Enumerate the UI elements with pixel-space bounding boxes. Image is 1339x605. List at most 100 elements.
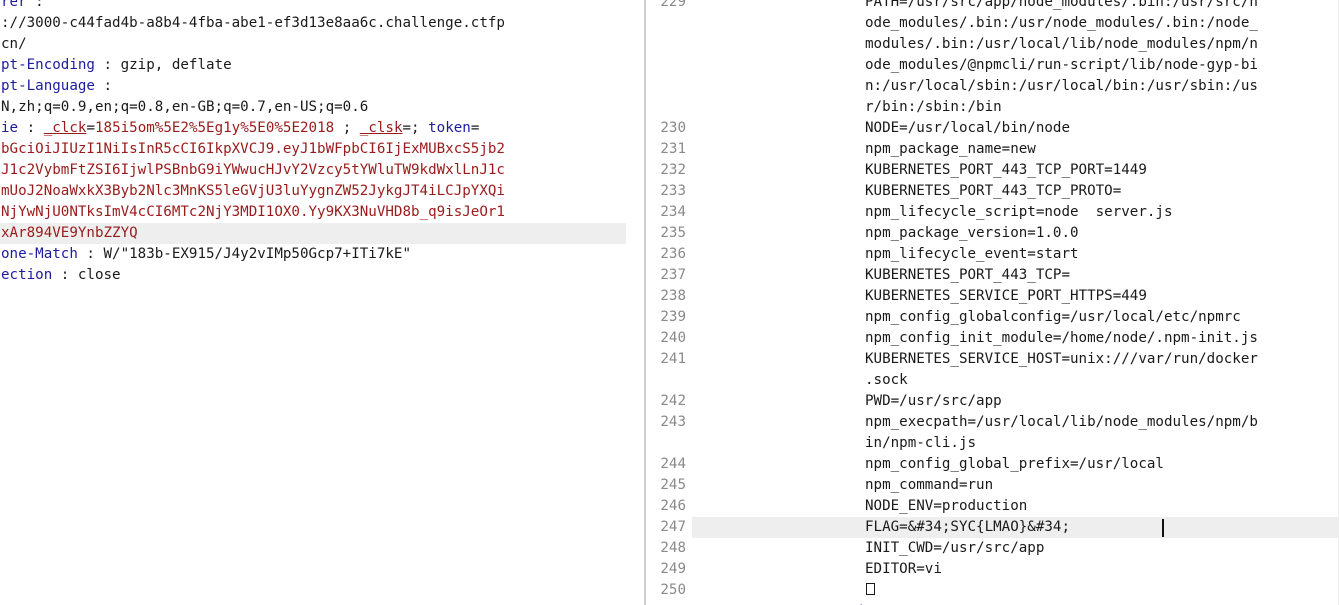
response-line[interactable]: r/bin:/sbin:/bin	[646, 97, 1339, 118]
header-text: :	[26, 0, 44, 10]
line-number: 237	[660, 267, 686, 283]
response-line[interactable]: </strong>	[646, 601, 1339, 605]
header-text: : W/"183b-EX915/J4y2vIMp50Gcp7+ITi7kE"	[77, 246, 411, 262]
header-text: =	[86, 120, 95, 136]
request-line[interactable]: cn/	[0, 34, 626, 55]
line-number: 235	[660, 225, 686, 241]
response-line[interactable]: 245 npm_command=run	[646, 475, 1339, 496]
response-line-text: npm_package_name=new	[865, 141, 1036, 157]
line-number: 231	[660, 141, 686, 157]
response-line[interactable]: 241 KUBERNETES_SERVICE_HOST=unix:///var/r…	[646, 349, 1339, 370]
response-line[interactable]: 231 npm_package_name=new	[646, 139, 1339, 160]
response-line[interactable]: 239 npm_config_globalconfig=/usr/local/et…	[646, 307, 1339, 328]
request-line[interactable]: mUoJ2NoaWxkX3Byb2Nlc3MnKS5leGVjU3luYygnZ…	[0, 181, 626, 202]
header-name: pt-Encoding	[1, 57, 95, 73]
response-line[interactable]: 235 npm_package_version=1.0.0	[646, 223, 1339, 244]
header-text: =	[470, 120, 480, 136]
response-line[interactable]: in/npm-cli.js	[646, 433, 1339, 454]
response-line[interactable]: 243 npm_execpath=/usr/local/lib/node_modu…	[646, 412, 1339, 433]
response-line[interactable]: 240 npm_config_init_module=/home/node/.np…	[646, 328, 1339, 349]
response-line-text: npm_config_globalconfig=/usr/local/etc/n…	[865, 309, 1241, 325]
line-number: 247	[660, 519, 686, 535]
response-line[interactable]: 248 INIT_CWD=/usr/src/app	[646, 538, 1339, 559]
header-text: :	[94, 78, 113, 94]
response-line[interactable]: 242 PWD=/usr/src/app	[646, 391, 1339, 412]
line-number: 241	[660, 351, 686, 367]
request-editor[interactable]: rer :://3000-c44fad4b-a8b4-4fba-abe1-ef3…	[0, 0, 626, 605]
request-line[interactable]: NjYwNjU0NTksImV4cCI6MTc2NjY3MDI1OX0.Yy9K…	[0, 202, 626, 223]
response-line[interactable]: modules/.bin:/usr/local/lib/node_modules…	[646, 34, 1339, 55]
request-line[interactable]: N,zh;q=0.9,en;q=0.8,en-GB;q=0.7,en-US;q=…	[0, 97, 626, 118]
line-number: 249	[660, 561, 686, 577]
response-line-text: KUBERNETES_PORT_443_TCP_PORT=1449	[865, 162, 1147, 178]
line-number: 240	[660, 330, 686, 346]
response-line-text: FLAG=&#34;SYC{LMAO}&#34;	[865, 519, 1070, 535]
replacement-char-icon	[865, 580, 875, 601]
response-line[interactable]: 238 KUBERNETES_SERVICE_PORT_HTTPS=449	[646, 286, 1339, 307]
response-line[interactable]: 232 KUBERNETES_PORT_443_TCP_PORT=1449	[646, 160, 1339, 181]
header-value-token: mUoJ2NoaWxkX3Byb2Nlc3MnKS5leGVjU3luYygnZ…	[1, 183, 505, 199]
response-editor[interactable]: 229 PATH=/usr/src/app/node_modules/.bin:/…	[646, 0, 1339, 605]
response-line-text: ode_modules/@npmcli/run-script/lib/node-…	[865, 57, 1258, 73]
response-line-text: KUBERNETES_PORT_443_TCP_PROTO=	[865, 183, 1122, 199]
response-line[interactable]: 237 KUBERNETES_PORT_443_TCP=	[646, 265, 1339, 286]
header-text: ;	[334, 120, 360, 136]
text-cursor	[1162, 519, 1164, 537]
response-line[interactable]: 229 PATH=/usr/src/app/node_modules/.bin:/…	[646, 0, 1339, 13]
line-number: 239	[660, 309, 686, 325]
response-line[interactable]: ode_modules/@npmcli/run-script/lib/node-…	[646, 55, 1339, 76]
response-line[interactable]: 247 FLAG=&#34;SYC{LMAO}&#34;	[660, 517, 1339, 538]
line-number: 248	[660, 540, 686, 556]
response-line[interactable]: 234 npm_lifecycle_script=node server.js	[646, 202, 1339, 223]
header-text: N,zh;q=0.9,en;q=0.8,en-GB;q=0.7,en-US;q=…	[1, 99, 369, 115]
header-text: : gzip, deflate	[94, 57, 232, 73]
header-name: ection	[1, 267, 53, 283]
request-line[interactable]: xAr894VE9YnbZZYQ	[0, 223, 626, 244]
response-line-text: NODE=/usr/local/bin/node	[865, 120, 1070, 136]
response-line-text: NODE_ENV=production	[865, 498, 1028, 514]
response-line[interactable]: 236 npm_lifecycle_event=start	[646, 244, 1339, 265]
header-name: one-Match	[1, 246, 78, 262]
response-line[interactable]: 244 npm_config_global_prefix=/usr/local	[646, 454, 1339, 475]
response-line-text: npm_config_init_module=/home/node/.npm-i…	[865, 330, 1258, 346]
response-line-text: npm_lifecycle_script=node server.js	[865, 204, 1173, 220]
response-line[interactable]: n:/usr/local/sbin:/usr/local/bin:/usr/sb…	[646, 76, 1339, 97]
response-line-text: npm_config_global_prefix=/usr/local	[865, 456, 1164, 472]
response-line[interactable]: ode_modules/.bin:/usr/node_modules/.bin:…	[646, 13, 1339, 34]
line-number: 236	[660, 246, 686, 262]
header-text: : close	[52, 267, 121, 283]
response-line-text: EDITOR=vi	[865, 561, 942, 577]
response-line-text: npm_package_version=1.0.0	[865, 225, 1079, 241]
request-line[interactable]: pt-Language :	[0, 76, 626, 97]
response-line-text: KUBERNETES_PORT_443_TCP=	[865, 267, 1070, 283]
header-text: cn/	[1, 36, 27, 52]
header-value-token: NjYwNjU0NTksImV4cCI6MTc2NjY3MDI1OX0.Yy9K…	[1, 204, 505, 220]
header-name: pt-Language	[1, 78, 95, 94]
response-line[interactable]: 250	[646, 580, 1339, 601]
request-line[interactable]: ection : close	[0, 265, 626, 286]
response-line-text: npm_lifecycle_event=start	[865, 246, 1079, 262]
line-number: 232	[660, 162, 686, 178]
request-line[interactable]: rer :	[0, 0, 626, 13]
response-line-text: ode_modules/.bin:/usr/node_modules/.bin:…	[865, 15, 1258, 31]
response-line[interactable]: 246 NODE_ENV=production	[646, 496, 1339, 517]
response-line-text: .sock	[865, 372, 908, 388]
header-name: ie	[1, 120, 19, 136]
response-line[interactable]: 230 NODE=/usr/local/bin/node	[646, 118, 1339, 139]
line-number: 245	[660, 477, 686, 493]
response-line-text: PWD=/usr/src/app	[865, 393, 1002, 409]
response-line[interactable]: 249 EDITOR=vi	[646, 559, 1339, 580]
request-line[interactable]: bGciOiJIUzI1NiIsInR5cCI6IkpXVCJ9.eyJ1bWF…	[0, 139, 626, 160]
request-line[interactable]: ie : _clck=185i5om%5E2%5Eg1y%5E0%5E2018 …	[0, 118, 626, 139]
response-line[interactable]: 233 KUBERNETES_PORT_443_TCP_PROTO=	[646, 181, 1339, 202]
response-line-text: in/npm-cli.js	[865, 435, 977, 451]
request-line[interactable]: pt-Encoding : gzip, deflate	[0, 55, 626, 76]
request-line[interactable]: J1c2VybmFtZSI6IjwlPSBnbG9iYWwucHJvY2Vzcy…	[0, 160, 626, 181]
response-line-text: PATH=/usr/src/app/node_modules/.bin:/usr…	[865, 0, 1258, 10]
request-line[interactable]: one-Match : W/"183b-EX915/J4y2vIMp50Gcp7…	[0, 244, 626, 265]
response-line-text: r/bin:/sbin:/bin	[865, 99, 1002, 115]
request-line[interactable]: ://3000-c44fad4b-a8b4-4fba-abe1-ef3d13e8…	[0, 13, 626, 34]
response-line-text: KUBERNETES_SERVICE_HOST=unix:///var/run/…	[865, 351, 1258, 367]
response-line[interactable]: .sock	[646, 370, 1339, 391]
line-number: 250	[660, 582, 686, 598]
